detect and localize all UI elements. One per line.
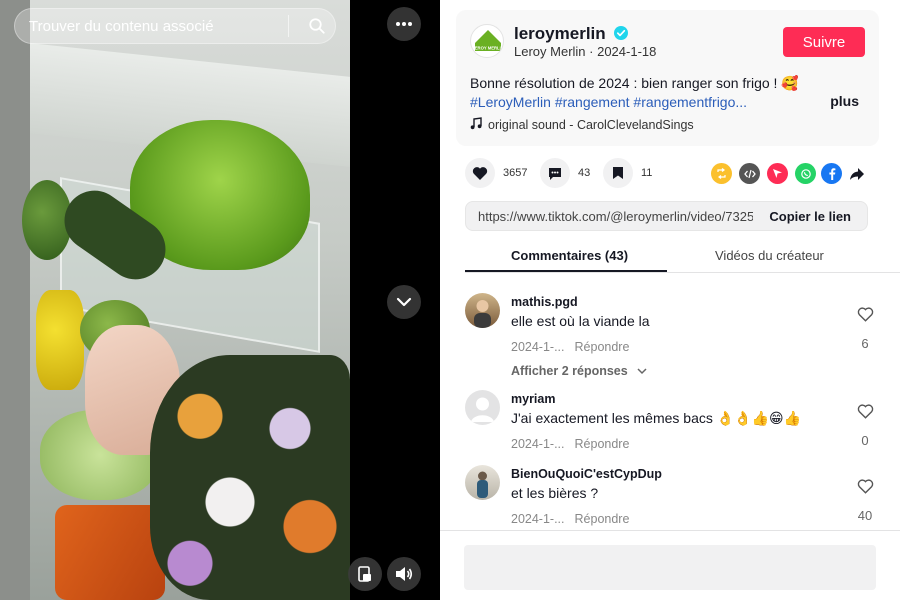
- comment-date: 2024-1-...: [511, 340, 565, 354]
- comment-item: BienOuQuoiC'estCypDup et les bières ? 20…: [465, 465, 875, 530]
- commenter-avatar[interactable]: [465, 465, 500, 500]
- comment-meta: 2024-1-... Répondre: [511, 512, 629, 526]
- comment-text: J'ai exactement les mêmes bacs 👌👌👍😁👍: [511, 410, 802, 426]
- music-note-icon: [470, 117, 482, 133]
- author-logo-text: LEROY MERLIN: [472, 46, 504, 51]
- comment-icon[interactable]: [540, 158, 570, 188]
- active-tab-indicator: [465, 270, 667, 272]
- video-link-box[interactable]: https://www.tiktok.com/@leroymerlin/vide…: [465, 201, 868, 231]
- show-replies-button[interactable]: Afficher 2 réponses: [511, 364, 647, 378]
- comment-like-count: 0: [861, 433, 869, 448]
- comment-text: et les bières ?: [511, 485, 599, 501]
- video-frame[interactable]: [0, 0, 350, 600]
- heart-outline-icon[interactable]: [855, 307, 875, 327]
- comment-item: myriam J'ai exactement les mêmes bacs 👌👌…: [465, 390, 875, 460]
- tab-comments[interactable]: Commentaires (43): [511, 248, 628, 263]
- comment-username[interactable]: myriam: [511, 392, 555, 406]
- comment-item: mathis.pgd elle est où la viande la 2024…: [465, 293, 875, 383]
- author-handle[interactable]: leroymerlin: [514, 24, 606, 44]
- tabs: Commentaires (43) Vidéos du créateur: [465, 240, 900, 273]
- comment-meta: 2024-1-... Répondre: [511, 340, 629, 354]
- author-display-name: Leroy Merlin: [514, 44, 586, 59]
- search-icon[interactable]: [299, 8, 335, 44]
- whatsapp-icon[interactable]: [795, 163, 816, 184]
- verified-icon: [614, 26, 628, 45]
- cans: [55, 505, 165, 600]
- repost-icon[interactable]: [711, 163, 732, 184]
- description-text: Bonne résolution de 2024 : bien ranger s…: [470, 75, 799, 91]
- more-button[interactable]: plus: [830, 93, 859, 109]
- like-action[interactable]: 3657: [465, 158, 527, 188]
- chevron-down-icon: [637, 368, 647, 375]
- yellow-pepper: [36, 290, 84, 390]
- more-icon[interactable]: [387, 7, 421, 41]
- comment-like-count: 6: [861, 336, 869, 351]
- comment-date: 2024-1-...: [511, 512, 565, 526]
- volume-icon[interactable]: [387, 557, 421, 591]
- video-player[interactable]: Trouver du contenu associé: [0, 0, 440, 600]
- save-count: 11: [641, 167, 653, 179]
- music-link[interactable]: original sound - CarolClevelandSings: [470, 117, 694, 133]
- hashtags[interactable]: #LeroyMerlin #rangement #rangementfrigo.…: [470, 93, 810, 112]
- share-arrow-icon[interactable]: [846, 163, 867, 184]
- like-count: 3657: [503, 167, 528, 179]
- video-info-card: LEROY MERLIN leroymerlin Leroy Merlin · …: [456, 10, 879, 146]
- copy-link-button[interactable]: Copier le lien: [753, 209, 867, 224]
- bookmark-icon[interactable]: [603, 158, 633, 188]
- action-bar: 3657 43 11: [465, 158, 875, 190]
- reply-button[interactable]: Répondre: [575, 512, 630, 526]
- search-divider: [288, 15, 289, 37]
- comment-meta: 2024-1-... Répondre: [511, 437, 629, 451]
- follow-button[interactable]: Suivre: [783, 27, 865, 57]
- tab-creator-videos[interactable]: Vidéos du créateur: [715, 248, 824, 263]
- save-action[interactable]: 11: [603, 158, 652, 188]
- details-panel: LEROY MERLIN leroymerlin Leroy Merlin · …: [440, 0, 900, 600]
- embed-icon[interactable]: [739, 163, 760, 184]
- comment-count: 43: [578, 167, 591, 179]
- reply-button[interactable]: Répondre: [575, 340, 630, 354]
- commenter-avatar[interactable]: [465, 390, 500, 425]
- music-label: original sound - CarolClevelandSings: [488, 118, 694, 132]
- show-replies-label: Afficher 2 réponses: [511, 364, 628, 378]
- divider: [440, 530, 900, 531]
- send-icon[interactable]: [767, 163, 788, 184]
- commenter-avatar[interactable]: [465, 293, 500, 328]
- video-description: Bonne résolution de 2024 : bien ranger s…: [470, 74, 810, 112]
- heart-icon[interactable]: [465, 158, 495, 188]
- heart-outline-icon[interactable]: [855, 479, 875, 499]
- comment-action[interactable]: 43: [540, 158, 590, 188]
- comment-username[interactable]: mathis.pgd: [511, 295, 578, 309]
- post-date: 2024-1-18: [597, 44, 657, 59]
- fridge-wall: [0, 0, 30, 600]
- facebook-icon[interactable]: [821, 163, 842, 184]
- author-avatar[interactable]: LEROY MERLIN: [470, 24, 504, 58]
- reply-button[interactable]: Répondre: [575, 437, 630, 451]
- related-content-search[interactable]: Trouver du contenu associé: [14, 8, 336, 44]
- heart-outline-icon[interactable]: [855, 404, 875, 424]
- comment-like-count: 40: [857, 508, 873, 523]
- comment-date: 2024-1-...: [511, 437, 565, 451]
- picture-in-picture-icon[interactable]: [348, 557, 382, 591]
- author-subline: Leroy Merlin · 2024-1-18: [514, 44, 657, 59]
- comment-username[interactable]: BienOuQuoiC'estCypDup: [511, 467, 662, 481]
- search-placeholder: Trouver du contenu associé: [29, 17, 214, 35]
- video-url: https://www.tiktok.com/@leroymerlin/vide…: [478, 208, 754, 224]
- comment-input[interactable]: [464, 545, 876, 590]
- floral-sleeve: [150, 355, 350, 600]
- chevron-down-icon[interactable]: [387, 285, 421, 319]
- comment-text: elle est où la viande la: [511, 313, 650, 329]
